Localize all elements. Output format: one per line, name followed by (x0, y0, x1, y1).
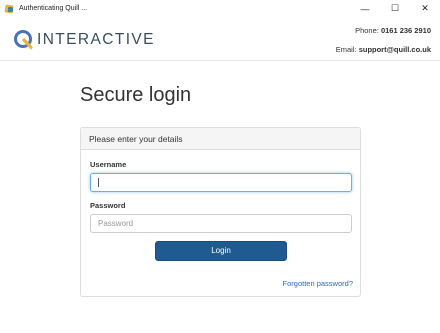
window-controls: — ☐ ✕ (350, 0, 440, 17)
window-titlebar[interactable]: Authenticating Quill ... — ☐ ✕ (0, 0, 440, 17)
password-label: Password (90, 201, 126, 210)
phone-label: Phone: (355, 26, 379, 35)
page-title: Secure login (80, 84, 192, 106)
login-button[interactable]: Login (155, 241, 287, 261)
app-icon (4, 4, 14, 14)
username-input[interactable] (90, 173, 352, 192)
text-caret (98, 178, 99, 187)
site-header: INTERACTIVE Phone: 0161 236 2910 Email: … (0, 17, 440, 61)
quill-q-logo-icon (14, 30, 33, 50)
close-button[interactable]: ✕ (410, 0, 440, 17)
email-address: support@quill.co.uk (358, 45, 431, 54)
contact-info: Phone: 0161 236 2910 Email: support@quil… (336, 27, 431, 65)
maximize-button[interactable]: ☐ (380, 0, 410, 17)
minimize-button[interactable]: — (350, 0, 380, 17)
panel-heading: Please enter your details (81, 128, 360, 150)
email-label: Email: (335, 45, 357, 54)
brand-logo: INTERACTIVE (13, 29, 155, 50)
username-label: Username (90, 160, 127, 169)
login-panel: Please enter your details Username Passw… (80, 127, 361, 297)
phone-row: Phone: 0161 236 2910 (336, 27, 431, 46)
forgotten-password-link[interactable]: Forgotten password? (283, 279, 353, 288)
password-input[interactable] (90, 214, 352, 233)
email-row: Email: support@quill.co.uk (336, 46, 431, 65)
brand-name: INTERACTIVE (37, 30, 155, 48)
window-title: Authenticating Quill ... (19, 5, 88, 12)
phone-number: 0161 236 2910 (380, 26, 431, 35)
